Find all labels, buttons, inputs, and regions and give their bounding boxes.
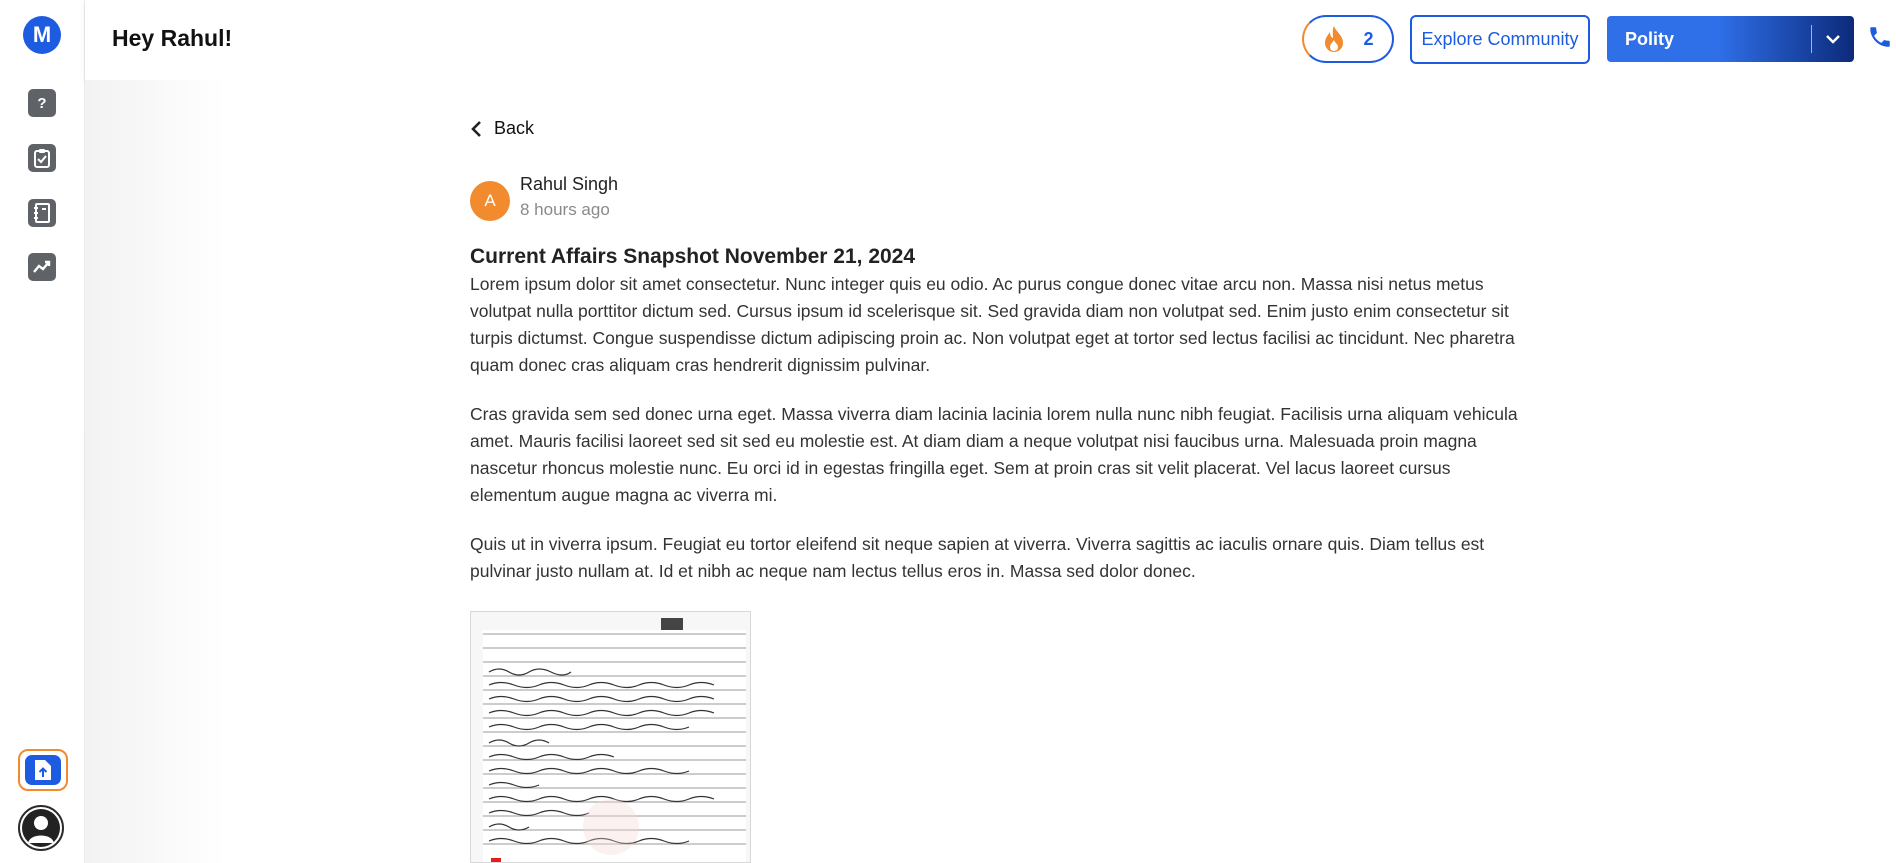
upload-svg (35, 760, 51, 780)
profile-avatar-button[interactable] (18, 805, 64, 851)
post-paragraph: Cras gravida sem sed donec urna eget. Ma… (470, 404, 1518, 505)
back-label: Back (494, 118, 535, 138)
notes-image-svg (471, 612, 750, 862)
upload-icon (25, 755, 61, 785)
explore-community-button[interactable]: Explore Community (1410, 15, 1590, 64)
top-header: Hey Rahul! 2 Explore Community Polity (85, 0, 1896, 80)
trend-chart-icon[interactable] (28, 253, 56, 281)
author-avatar[interactable]: A (470, 181, 510, 221)
trend-svg (33, 260, 51, 273)
subject-dropdown[interactable]: Polity (1607, 16, 1854, 62)
greeting: Hey Rahul! (112, 25, 233, 51)
clipboard-check-icon[interactable] (28, 144, 56, 172)
notebook-icon[interactable] (28, 199, 56, 227)
post-author: A Rahul Singh 8 hours ago (470, 173, 618, 225)
sidebar: M ? (0, 0, 85, 863)
clipboard-svg (34, 149, 50, 168)
post-body: Current Affairs Snapshot November 21, 20… (470, 243, 1530, 607)
post-paragraph: Quis ut in viverra ipsum. Feugiat eu tor… (470, 534, 1485, 581)
chevron-down-svg (1826, 35, 1840, 44)
streak-badge[interactable]: 2 (1302, 15, 1394, 63)
streak-count: 2 (1363, 28, 1374, 49)
question-glyph: ? (37, 94, 47, 112)
phone-icon[interactable] (1867, 24, 1896, 54)
post-paragraph: Lorem ipsum dolor sit amet consectetur. … (470, 274, 1515, 375)
author-meta: Rahul Singh 8 hours ago (520, 173, 618, 225)
phone-svg (1870, 27, 1890, 47)
post-title: Current Affairs Snapshot November 21, 20… (470, 245, 916, 268)
notebook-svg (34, 203, 50, 223)
chevron-left-icon (471, 120, 481, 137)
post-timestamp: 8 hours ago (520, 200, 610, 219)
flame-icon (1325, 26, 1344, 52)
question-icon[interactable]: ? (28, 89, 56, 117)
main-content: Back A Rahul Singh 8 hours ago Current A… (85, 80, 1896, 863)
upload-document-button[interactable] (18, 749, 68, 791)
logo-letter: M (32, 22, 52, 47)
author-name[interactable]: Rahul Singh (520, 173, 618, 195)
user-icon (22, 809, 60, 847)
subject-selected-label: Polity (1625, 28, 1675, 49)
logo[interactable]: M (23, 16, 61, 54)
handwritten-notes-image[interactable] (470, 611, 751, 863)
chevron-down-icon (1812, 34, 1854, 44)
back-button[interactable]: Back (470, 118, 534, 139)
user-svg (28, 816, 54, 843)
